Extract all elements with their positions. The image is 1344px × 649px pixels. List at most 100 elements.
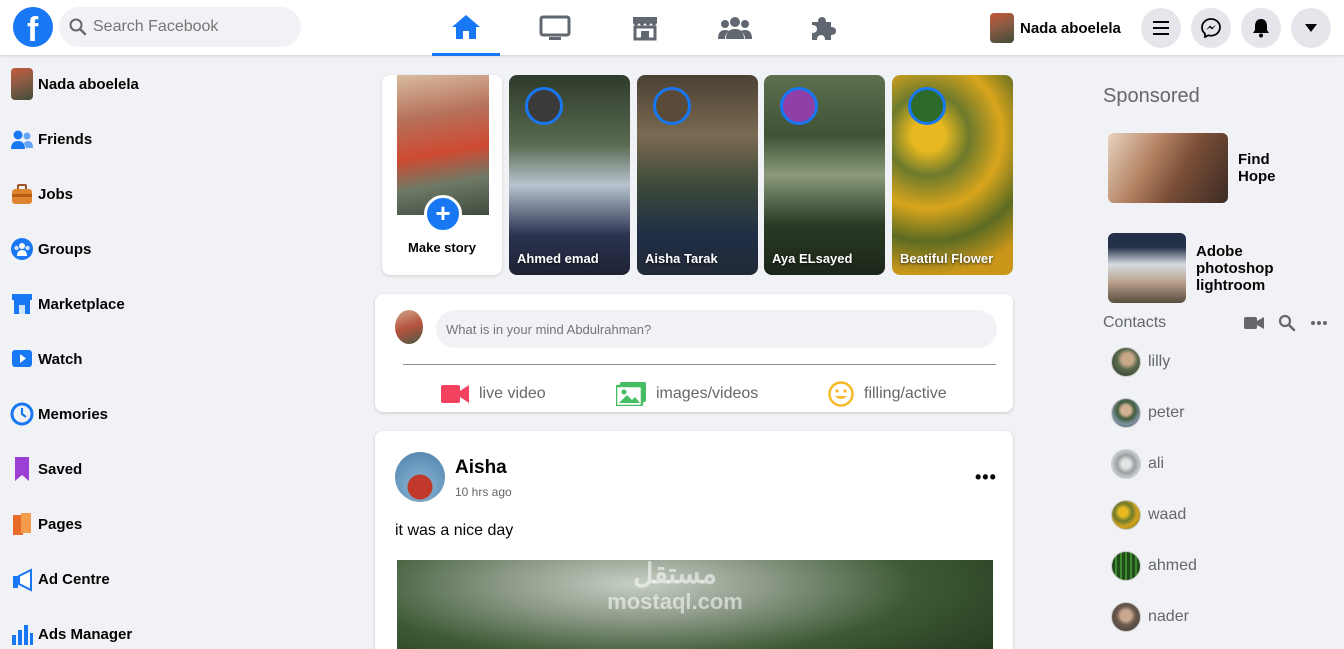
sidebar-item-ad-centre[interactable]: Ad Centre <box>10 559 240 599</box>
clock-icon <box>10 397 34 431</box>
sidebar-item-label: Jobs <box>38 185 74 203</box>
watermark-arabic: مستقل <box>633 558 717 589</box>
people-icon <box>718 17 752 39</box>
sidebar-item-friends[interactable]: Friends <box>10 119 240 159</box>
smiley-icon <box>828 381 854 407</box>
tab-marketplace[interactable] <box>611 0 679 56</box>
post-composer: live video images/videos filling/active <box>375 294 1013 412</box>
facebook-logo[interactable]: f <box>13 7 53 49</box>
search-icon <box>69 18 87 36</box>
tab-home[interactable] <box>432 0 500 56</box>
contact-name: ahmed <box>1148 557 1197 574</box>
contacts-header: Contacts <box>1103 314 1328 336</box>
menu-icon <box>1153 21 1169 35</box>
friends-icon <box>10 122 34 156</box>
avatar <box>1111 602 1141 632</box>
create-story-card[interactable]: + Make story <box>382 75 502 275</box>
video-camera-icon <box>441 385 469 403</box>
story-card[interactable]: Aya ELsayed <box>764 75 885 275</box>
avatar <box>1111 500 1141 530</box>
contact-item[interactable]: nader <box>1111 601 1189 633</box>
sidebar-item-ads-manager[interactable]: Ads Manager <box>10 614 240 649</box>
ad-title: Find Hope <box>1238 151 1276 185</box>
puzzle-icon <box>812 17 836 40</box>
sidebar-item-groups[interactable]: Groups <box>10 229 240 269</box>
avatar <box>395 310 423 344</box>
avatar <box>1111 551 1141 581</box>
story-author: Aisha Tarak <box>645 251 718 266</box>
sponsored-heading: Sponsored <box>1103 85 1200 107</box>
composer-input[interactable] <box>436 310 997 348</box>
tab-gaming[interactable] <box>789 0 857 56</box>
contact-item[interactable]: lilly <box>1111 346 1170 378</box>
tab-watch[interactable] <box>521 0 589 56</box>
story-author: Ahmed emad <box>517 251 599 266</box>
search-input[interactable] <box>93 7 293 47</box>
marketplace-icon <box>10 287 34 321</box>
composer-field[interactable] <box>436 310 997 348</box>
messenger-button[interactable] <box>1191 8 1231 48</box>
post-author-name[interactable]: Aisha <box>455 457 507 479</box>
sidebar-item-watch[interactable]: Watch <box>10 339 240 379</box>
contact-item[interactable]: ali <box>1111 448 1164 480</box>
story-avatar <box>780 87 818 125</box>
search-box[interactable] <box>59 7 301 47</box>
contact-name: lilly <box>1148 353 1171 370</box>
sidebar-item-memories[interactable]: Memories <box>10 394 240 434</box>
video-call-icon[interactable] <box>1244 316 1264 330</box>
sidebar-item-label: Ads Manager <box>38 625 133 643</box>
live-video-button[interactable]: live video <box>441 380 546 408</box>
contact-item[interactable]: peter <box>1111 397 1184 429</box>
contacts-actions <box>1244 314 1328 332</box>
profile-name: Nada aboelela <box>1020 19 1121 37</box>
notifications-button[interactable] <box>1241 8 1281 48</box>
sidebar-item-pages[interactable]: Pages <box>10 504 240 544</box>
feeling-activity-label: filling/active <box>864 385 947 402</box>
sidebar-item-jobs[interactable]: Jobs <box>10 174 240 214</box>
tv-icon <box>539 15 571 40</box>
menu-button[interactable] <box>1141 8 1181 48</box>
sidebar-item-saved[interactable]: Saved <box>10 449 240 489</box>
profile-shortcut[interactable]: Nada aboelela <box>990 12 1121 44</box>
top-navigation-bar: f Nada aboelela <box>0 0 1344 56</box>
contacts-heading: Contacts <box>1103 314 1167 331</box>
account-dropdown-button[interactable] <box>1291 8 1331 48</box>
post-timestamp[interactable]: 10 hrs ago <box>455 485 512 499</box>
contact-name: peter <box>1148 404 1185 421</box>
story-card[interactable]: Ahmed emad <box>509 75 630 275</box>
sponsored-ad[interactable]: Find Hope <box>1108 133 1328 203</box>
avatar <box>1111 398 1141 428</box>
watermark-url: mostaql.com <box>607 589 743 614</box>
feed-post: Aisha 10 hrs ago ••• it was a nice day <box>375 431 1013 649</box>
avatar <box>1111 449 1141 479</box>
live-video-label: live video <box>479 385 546 402</box>
story-card[interactable]: Aisha Tarak <box>637 75 758 275</box>
photo-video-button[interactable]: images/videos <box>616 380 758 408</box>
contact-name: nader <box>1148 608 1189 625</box>
story-avatar <box>908 87 946 125</box>
post-options-icon[interactable]: ••• <box>975 467 997 488</box>
store-icon <box>633 17 657 41</box>
more-options-icon[interactable] <box>1310 320 1328 326</box>
sidebar-item-marketplace[interactable]: Marketplace <box>10 284 240 324</box>
post-author-avatar[interactable] <box>395 452 445 502</box>
sidebar-item-label: Pages <box>38 515 83 533</box>
story-card[interactable]: Beatiful Flower <box>892 75 1013 275</box>
sidebar-item-label: Memories <box>38 405 109 423</box>
sidebar-item-label: Saved <box>38 460 83 478</box>
groups-icon <box>10 232 34 266</box>
feeling-activity-button[interactable]: filling/active <box>828 380 947 408</box>
tab-groups[interactable] <box>701 0 769 56</box>
story-author: Beatiful Flower <box>900 251 994 266</box>
sidebar-item-profile[interactable]: Nada aboelela <box>10 64 240 104</box>
bookmark-icon <box>10 452 34 486</box>
story-user-photo <box>397 75 489 215</box>
sponsored-ad[interactable]: Adobe photoshop lightroom <box>1108 233 1328 303</box>
add-story-icon[interactable]: + <box>424 195 462 233</box>
sidebar-item-label: Friends <box>38 130 93 148</box>
watermark: مستقل mostaql.com <box>590 560 760 616</box>
sidebar-item-label: Ad Centre <box>38 570 110 588</box>
search-icon[interactable] <box>1278 314 1296 332</box>
contact-item[interactable]: ahmed <box>1111 550 1197 582</box>
contact-item[interactable]: waad <box>1111 499 1186 531</box>
